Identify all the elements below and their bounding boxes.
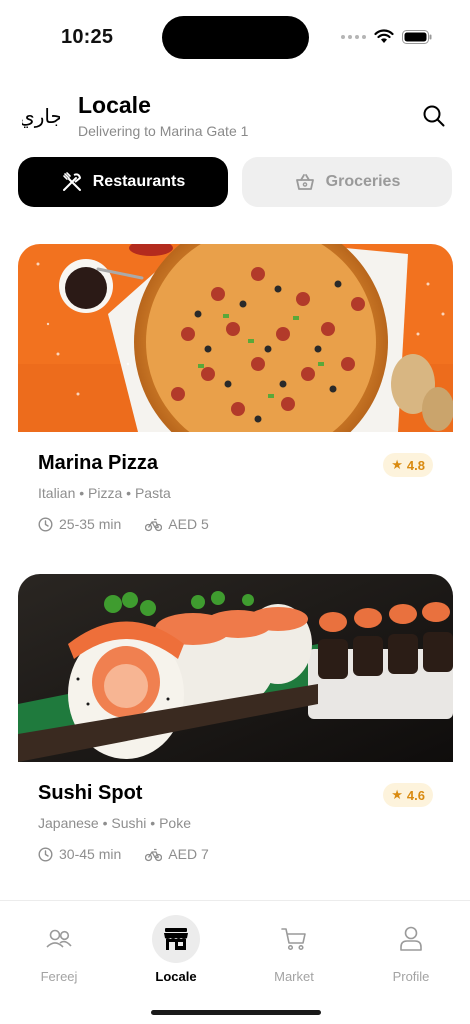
delivery-time: 30-45 min (59, 846, 122, 862)
tabbar-item-fereej[interactable]: Fereej (19, 915, 99, 984)
restaurant-name: Marina Pizza (38, 452, 159, 474)
delivery-fee: AED 7 (168, 846, 209, 862)
status-bar: 10:25 (0, 0, 470, 76)
category-tabs: Restaurants Groceries (18, 157, 452, 207)
restaurant-image-sushi (18, 574, 453, 762)
rating-value: 4.6 (406, 787, 425, 803)
cuisine-tags: Italian • Pizza • Pasta (38, 485, 171, 501)
battery-icon (402, 29, 432, 44)
restaurant-card[interactable]: Marina Pizza ★ 4.8 Italian • Pizza • Pas… (18, 244, 453, 562)
tab-groceries[interactable]: Groceries (242, 157, 452, 207)
status-icons (341, 29, 432, 44)
status-time: 10:25 (61, 26, 114, 48)
rating-badge: ★ 4.8 (383, 453, 433, 477)
delivery-time: 25-35 min (59, 516, 122, 532)
rating-value: 4.8 (406, 457, 425, 473)
clock-icon (38, 846, 53, 862)
person-icon (387, 915, 435, 963)
wifi-icon (374, 29, 394, 43)
home-indicator (151, 1010, 321, 1015)
people-icon (35, 915, 83, 963)
tab-groceries-label: Groceries (325, 173, 401, 190)
tabbar-label-fereej: Fereej (40, 969, 78, 984)
star-icon: ★ (391, 787, 403, 802)
clock-icon (38, 516, 53, 532)
tabbar-item-market[interactable]: Market (254, 915, 334, 984)
delivery-location[interactable]: Delivering to Marina Gate 1 (78, 123, 248, 139)
restaurant-card[interactable]: Sushi Spot ★ 4.6 Japanese • Sushi • Poke… (18, 574, 453, 892)
search-button[interactable] (420, 102, 448, 130)
restaurant-info: Marina Pizza ★ 4.8 Italian • Pizza • Pas… (18, 432, 453, 562)
app-logo: جاري (19, 98, 63, 134)
bike-icon (145, 848, 163, 861)
tabbar-label-market: Market (274, 969, 314, 984)
cart-icon (270, 915, 318, 963)
restaurant-image-pizza (18, 244, 453, 432)
basket-icon (295, 174, 314, 190)
dynamic-island (162, 16, 309, 59)
tabbar-item-locale[interactable]: Locale (136, 915, 216, 984)
logo-text: جاري (22, 104, 60, 129)
tabbar-item-profile[interactable]: Profile (371, 915, 451, 984)
app-title: Locale (78, 92, 151, 118)
delivery-meta: 25-35 min AED 5 (38, 516, 209, 532)
rating-badge: ★ 4.6 (383, 783, 433, 807)
delivery-fee: AED 5 (168, 516, 209, 532)
restaurant-info: Sushi Spot ★ 4.6 Japanese • Sushi • Poke… (18, 762, 453, 892)
app-header: جاري Locale Delivering to Marina Gate 1 (18, 92, 452, 142)
fork-knife-icon (62, 172, 81, 191)
restaurant-name: Sushi Spot (38, 782, 143, 804)
star-icon: ★ (391, 457, 403, 472)
delivery-meta: 30-45 min AED 7 (38, 846, 209, 862)
search-icon (423, 105, 445, 127)
tabbar-label-locale: Locale (155, 969, 197, 984)
tab-restaurants-label: Restaurants (92, 173, 186, 190)
bike-icon (145, 518, 163, 531)
tab-restaurants[interactable]: Restaurants (18, 157, 228, 207)
tabbar-label-profile: Profile (392, 969, 430, 984)
bottom-tab-bar: Fereej Locale Market Profile (0, 900, 470, 1024)
signal-icon (341, 34, 366, 39)
cuisine-tags: Japanese • Sushi • Poke (38, 815, 192, 831)
storefront-icon (152, 915, 200, 963)
